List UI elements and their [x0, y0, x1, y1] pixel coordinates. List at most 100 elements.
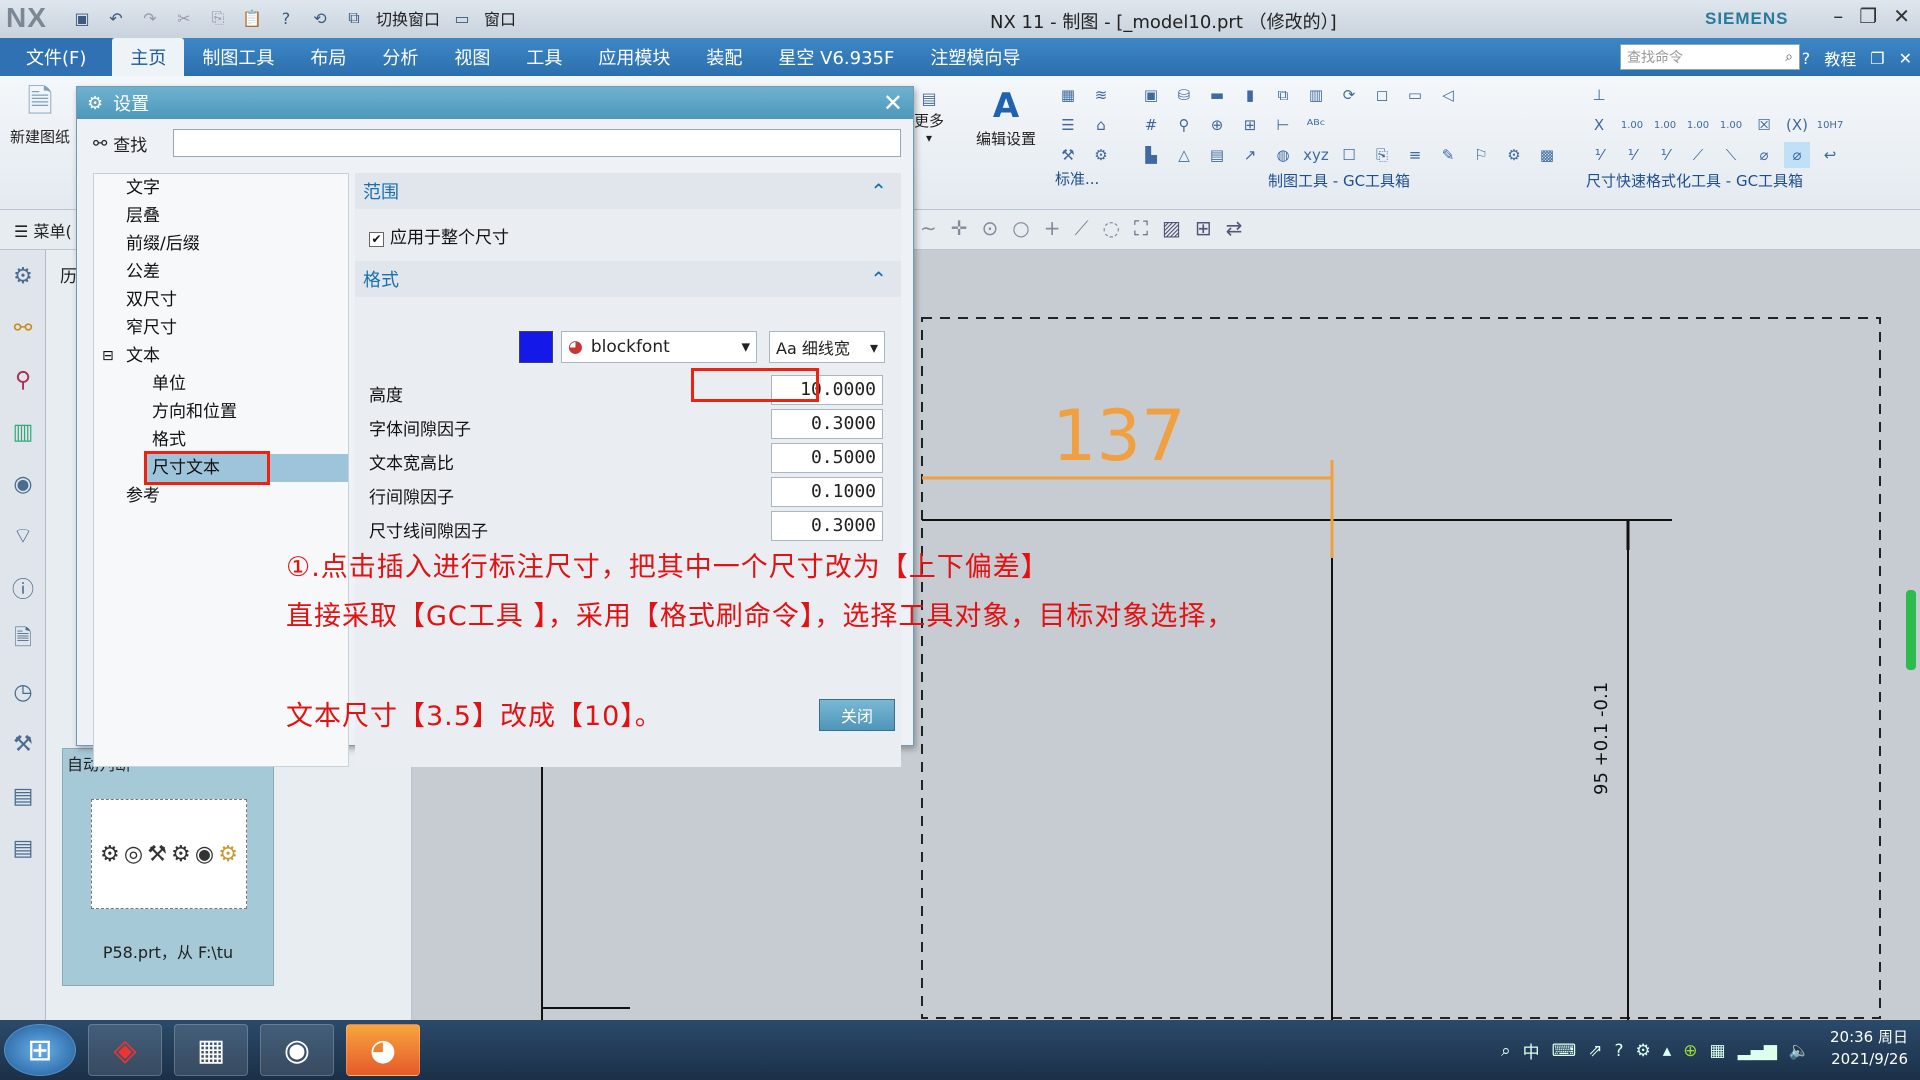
- canvas-scrollbar[interactable]: [1906, 590, 1916, 670]
- tree-item-prefix-suffix[interactable]: 前缀/后缀: [126, 230, 200, 258]
- document-icon[interactable]: 🗎: [7, 624, 39, 656]
- tree-item-text-group[interactable]: 文本: [126, 342, 160, 370]
- layers-icon[interactable]: ≋: [1088, 82, 1114, 108]
- tool-icon[interactable]: ⚙: [1088, 142, 1114, 168]
- sheet-icon[interactable]: ▤: [1204, 142, 1230, 168]
- tree-item-dual-dimension[interactable]: 双尺寸: [126, 286, 177, 314]
- tab-application[interactable]: 应用模块: [580, 38, 688, 76]
- part-navigator-icon[interactable]: ⚯: [7, 312, 39, 344]
- tree-item-reference[interactable]: 参考: [126, 482, 160, 510]
- folder-icon[interactable]: ▬: [1204, 82, 1230, 108]
- component-icon[interactable]: ⧉: [1270, 82, 1296, 108]
- brush-icon[interactable]: ⚐: [1468, 142, 1494, 168]
- bars-icon[interactable]: ▙: [1138, 142, 1164, 168]
- diameter-icon[interactable]: ⌀: [1751, 142, 1777, 168]
- tab-mold-wizard[interactable]: 注塑模向导: [912, 38, 1038, 76]
- tree-item-tolerance[interactable]: 公差: [126, 258, 160, 286]
- box-icon[interactable]: ☐: [1336, 142, 1362, 168]
- box-x-icon[interactable]: ☒: [1751, 112, 1777, 138]
- window-icon[interactable]: ▭: [1402, 82, 1428, 108]
- line-icon[interactable]: ⟋: [1075, 216, 1089, 240]
- add-icon[interactable]: ⊕: [1683, 1041, 1697, 1061]
- undo-icon[interactable]: ↶: [104, 6, 128, 30]
- gear-icon[interactable]: ⚙: [1501, 142, 1527, 168]
- menu-button[interactable]: ☰ 菜单(: [14, 218, 72, 242]
- tab-tools[interactable]: 工具: [508, 38, 580, 76]
- paint-icon[interactable]: ✎: [1435, 142, 1461, 168]
- dialog-title-bar[interactable]: ⚙ 设置: [77, 87, 913, 119]
- standard-group-label[interactable]: 标准...: [1055, 168, 1114, 189]
- tab-assembly[interactable]: 装配: [688, 38, 760, 76]
- orient-icon[interactable]: ⇄: [1226, 216, 1243, 240]
- switch-window-icon[interactable]: ⧉: [342, 6, 366, 30]
- window-icon[interactable]: ▭: [450, 6, 474, 30]
- chevron-up-icon[interactable]: ⌃: [870, 267, 887, 291]
- find-input[interactable]: [173, 129, 901, 157]
- dim-line-spacing-input[interactable]: 0.3000: [771, 511, 883, 541]
- edit-settings-button[interactable]: A 编辑设置: [976, 84, 1036, 149]
- close-button[interactable]: 关闭: [819, 699, 895, 731]
- dim-tol-icon-1[interactable]: 1.00: [1619, 112, 1645, 138]
- tab-analysis[interactable]: 分析: [364, 38, 436, 76]
- image-icon[interactable]: ▨: [1162, 216, 1181, 240]
- char-spacing-input[interactable]: 0.3000: [771, 409, 883, 439]
- dimension-icon[interactable]: ⊥: [1586, 82, 1612, 108]
- signal-icon[interactable]: ▂▄▆: [1738, 1041, 1777, 1061]
- wrench-icon[interactable]: ⚒: [1055, 142, 1081, 168]
- list-icon[interactable]: ▤: [7, 780, 39, 812]
- frame-icon[interactable]: ◻: [1369, 82, 1395, 108]
- settings-icon[interactable]: ⚙: [1635, 1041, 1650, 1061]
- line-weight-select[interactable]: Aa 细线宽 ▾: [769, 331, 885, 363]
- tree-item-stack[interactable]: 层叠: [126, 202, 160, 230]
- color-picker[interactable]: [519, 331, 553, 363]
- fit-icon-c[interactable]: ⅟: [1652, 142, 1678, 168]
- refresh-icon[interactable]: ⟳: [1336, 82, 1362, 108]
- zoom-window-icon[interactable]: ⛶: [1134, 216, 1148, 240]
- line-icon[interactable]: ⟍: [1718, 142, 1744, 168]
- crosshair-icon[interactable]: ✛: [951, 216, 968, 240]
- fit-icon[interactable]: ⊕: [1204, 112, 1230, 138]
- help-icon[interactable]: ?: [1614, 1041, 1623, 1061]
- restore-icon[interactable]: ❐: [1870, 49, 1884, 68]
- grid-icon[interactable]: ▦: [1055, 82, 1081, 108]
- copy-icon[interactable]: ⎘: [1369, 142, 1395, 168]
- window-menu-button[interactable]: 窗口: [484, 6, 516, 30]
- network-icon[interactable]: ▦: [1710, 1041, 1726, 1061]
- clock[interactable]: 20:36 周日 2021/9/26: [1830, 1026, 1908, 1070]
- apply-all-checkbox[interactable]: ✔: [369, 232, 384, 247]
- copy-icon[interactable]: ⎘: [206, 6, 230, 30]
- cabinet-icon[interactable]: ▥: [1303, 82, 1329, 108]
- point-icon[interactable]: ◌: [1103, 216, 1120, 240]
- chevron-up-icon[interactable]: ⌃: [870, 179, 887, 203]
- align-icon[interactable]: ⊢: [1270, 112, 1296, 138]
- library-icon[interactable]: ▥: [7, 416, 39, 448]
- paren-x-icon[interactable]: (X): [1784, 112, 1810, 138]
- repeat-command-icon[interactable]: ⟲: [308, 6, 332, 30]
- redo-icon[interactable]: ↷: [138, 6, 162, 30]
- circle-icon[interactable]: ○: [1012, 216, 1029, 240]
- tutorial-link[interactable]: 教程: [1824, 46, 1856, 70]
- taskbar-app-nx[interactable]: ◈: [88, 1024, 162, 1076]
- drawing-icon[interactable]: ▣: [1138, 82, 1164, 108]
- search-icon[interactable]: ⌕: [1785, 49, 1793, 65]
- part-thumbnail[interactable]: ⚙ ◎ ⚒ ⚙ ◉ ⚙: [91, 799, 247, 909]
- paste-icon[interactable]: 📋: [240, 6, 264, 30]
- pattern-icon[interactable]: ▩: [1534, 142, 1560, 168]
- tree-item-narrow-dimension[interactable]: 窄尺寸: [126, 314, 177, 342]
- help-icon[interactable]: ?: [1802, 49, 1811, 68]
- list-icon[interactable]: ≡: [1402, 142, 1428, 168]
- close-icon[interactable]: ✕: [1893, 4, 1910, 28]
- fit-icon-a[interactable]: ⅟: [1586, 142, 1612, 168]
- share-icon[interactable]: ⇗: [1588, 1041, 1602, 1061]
- line-spacing-input[interactable]: 0.1000: [771, 477, 883, 507]
- command-search-input[interactable]: 查找命令 ⌕: [1620, 44, 1800, 70]
- database-icon[interactable]: ⛁: [1171, 82, 1197, 108]
- pin-icon[interactable]: ⚲: [1171, 112, 1197, 138]
- switch-window-button[interactable]: 切换窗口: [376, 6, 440, 30]
- book-icon[interactable]: ▮: [1237, 82, 1263, 108]
- more-button[interactable]: ▤ 更多 ▾: [914, 86, 944, 146]
- xyz-icon[interactable]: xyz: [1303, 142, 1329, 168]
- scope-section-header[interactable]: 范围 ⌃: [355, 173, 901, 209]
- plus-icon[interactable]: +: [1044, 216, 1061, 240]
- feed-icon[interactable]: ⌔: [7, 520, 39, 552]
